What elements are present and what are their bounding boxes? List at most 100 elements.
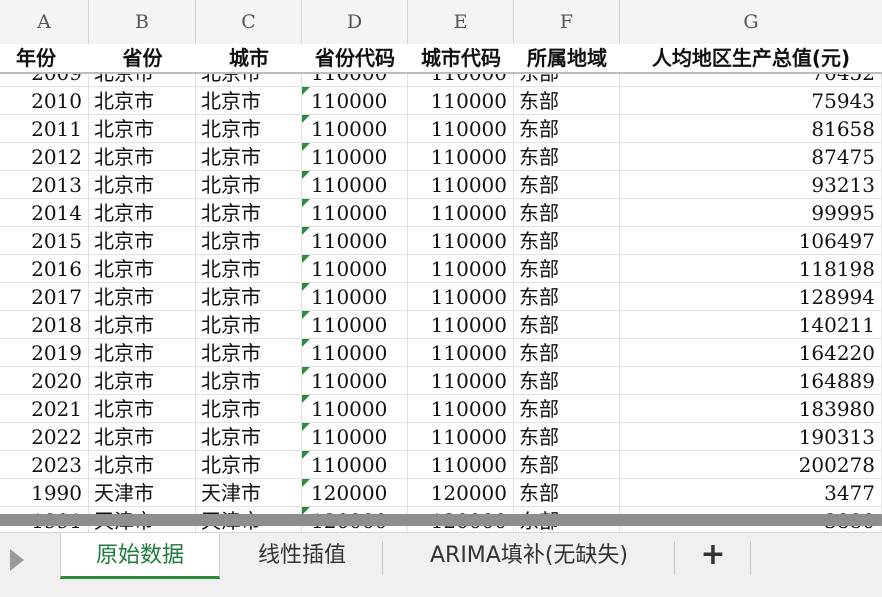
cell-province[interactable]: 北京市: [89, 283, 196, 310]
cell-gdp-per-capita[interactable]: 128994: [620, 283, 882, 310]
cell-province-code[interactable]: 110000: [302, 115, 408, 142]
cell-gdp-per-capita[interactable]: 99995: [620, 199, 882, 226]
cell-city[interactable]: 北京市: [196, 72, 302, 86]
cell-region[interactable]: 东部: [514, 227, 620, 254]
cell-city[interactable]: 北京市: [196, 283, 302, 310]
cell-city[interactable]: 北京市: [196, 367, 302, 394]
cell-province-code[interactable]: 110000: [302, 367, 408, 394]
cell-gdp-per-capita[interactable]: 87475: [620, 143, 882, 170]
cell-city-code[interactable]: 110000: [408, 423, 514, 450]
cell-gdp-per-capita[interactable]: 140211: [620, 311, 882, 338]
cell-city[interactable]: 北京市: [196, 423, 302, 450]
column-header-g[interactable]: G: [620, 0, 882, 44]
cell-region[interactable]: 东部: [514, 339, 620, 366]
cell-province-code[interactable]: 110000: [302, 451, 408, 478]
cell-province-code[interactable]: 110000: [302, 171, 408, 198]
cell-gdp-per-capita[interactable]: 81658: [620, 115, 882, 142]
column-header-d[interactable]: D: [302, 0, 408, 44]
cell-city-code[interactable]: 110000: [408, 283, 514, 310]
header-province-code[interactable]: 省份代码: [302, 44, 408, 72]
cell-year[interactable]: 2018: [0, 311, 89, 338]
cell-city[interactable]: 北京市: [196, 115, 302, 142]
cell-province[interactable]: 北京市: [89, 143, 196, 170]
sheet-tab-arima[interactable]: ARIMA填补(无缺失): [384, 533, 674, 579]
cell-province-code[interactable]: 110000: [302, 227, 408, 254]
cell-year[interactable]: 2012: [0, 143, 89, 170]
cell-city[interactable]: 北京市: [196, 199, 302, 226]
cell-year[interactable]: 2015: [0, 227, 89, 254]
header-year[interactable]: 年份: [0, 44, 72, 72]
cell-region[interactable]: 东部: [514, 115, 620, 142]
sheet-tab-linear-interp[interactable]: 线性插值: [222, 533, 382, 579]
cell-gdp-per-capita[interactable]: 190313: [620, 423, 882, 450]
cell-province-code[interactable]: 110000: [302, 72, 408, 86]
cell-year[interactable]: 2023: [0, 451, 89, 478]
cell-region[interactable]: 东部: [514, 283, 620, 310]
column-header-b[interactable]: B: [89, 0, 196, 44]
cell-province-code[interactable]: 110000: [302, 255, 408, 282]
cell-city-code[interactable]: 110000: [408, 451, 514, 478]
cell-province[interactable]: 北京市: [89, 423, 196, 450]
cell-gdp-per-capita[interactable]: 106497: [620, 227, 882, 254]
cell-year[interactable]: 2022: [0, 423, 89, 450]
cell-province[interactable]: 北京市: [89, 339, 196, 366]
cell-province-code[interactable]: 110000: [302, 395, 408, 422]
cell-region[interactable]: 东部: [514, 143, 620, 170]
cell-province-code[interactable]: 120000: [302, 479, 408, 506]
cell-city[interactable]: 北京市: [196, 227, 302, 254]
header-city[interactable]: 城市: [196, 44, 302, 72]
sheet-tab-raw-data[interactable]: 原始数据: [60, 533, 220, 579]
cell-year[interactable]: 2013: [0, 171, 89, 198]
cell-province[interactable]: 北京市: [89, 115, 196, 142]
cell-year[interactable]: 2011: [0, 115, 89, 142]
cell-city-code[interactable]: 110000: [408, 115, 514, 142]
add-sheet-button[interactable]: +: [676, 533, 750, 579]
cell-province[interactable]: 北京市: [89, 72, 196, 86]
cell-region[interactable]: 东部: [514, 423, 620, 450]
cell-city[interactable]: 北京市: [196, 395, 302, 422]
cell-province[interactable]: 天津市: [89, 479, 196, 506]
sheet-nav-arrow-icon[interactable]: [10, 549, 24, 571]
cell-region[interactable]: 东部: [514, 255, 620, 282]
cell-city-code[interactable]: 110000: [408, 227, 514, 254]
cell-province-code[interactable]: 110000: [302, 339, 408, 366]
cell-city[interactable]: 北京市: [196, 451, 302, 478]
cell-province-code[interactable]: 110000: [302, 143, 408, 170]
cell-region[interactable]: 东部: [514, 72, 620, 86]
cell-province[interactable]: 北京市: [89, 199, 196, 226]
cell-province-code[interactable]: 110000: [302, 283, 408, 310]
cell-province[interactable]: 北京市: [89, 451, 196, 478]
cell-city-code[interactable]: 110000: [408, 255, 514, 282]
cell-province-code[interactable]: 110000: [302, 311, 408, 338]
cell-city-code[interactable]: 110000: [408, 395, 514, 422]
cell-gdp-per-capita[interactable]: 164220: [620, 339, 882, 366]
cell-year[interactable]: 2016: [0, 255, 89, 282]
cell-year[interactable]: 2010: [0, 87, 89, 114]
cell-province[interactable]: 北京市: [89, 395, 196, 422]
header-region[interactable]: 所属地域: [514, 44, 620, 72]
cell-city[interactable]: 北京市: [196, 311, 302, 338]
cell-region[interactable]: 东部: [514, 311, 620, 338]
cell-gdp-per-capita[interactable]: 200278: [620, 451, 882, 478]
column-header-c[interactable]: C: [196, 0, 302, 44]
cell-year[interactable]: 2014: [0, 199, 89, 226]
cell-city-code[interactable]: 110000: [408, 367, 514, 394]
cell-province[interactable]: 北京市: [89, 311, 196, 338]
header-gdp-per-capita[interactable]: 人均地区生产总值(元): [620, 44, 882, 72]
cell-gdp-per-capita[interactable]: 164889: [620, 367, 882, 394]
cell-region[interactable]: 东部: [514, 171, 620, 198]
cell-province[interactable]: 北京市: [89, 227, 196, 254]
cell-gdp-per-capita[interactable]: 75943: [620, 87, 882, 114]
cell-city-code[interactable]: 110000: [408, 72, 514, 86]
data-grid[interactable]: 2009 北京市 北京市 110000 110000 东部 70452 2010 北京市 北京市 1…: [0, 72, 882, 532]
cell-province[interactable]: 北京市: [89, 255, 196, 282]
header-province[interactable]: 省份: [89, 44, 196, 72]
cell-region[interactable]: 东部: [514, 87, 620, 114]
cell-city-code[interactable]: 110000: [408, 339, 514, 366]
cell-city-code[interactable]: 110000: [408, 311, 514, 338]
header-city-code[interactable]: 城市代码: [408, 44, 514, 72]
cell-city-code[interactable]: 110000: [408, 171, 514, 198]
cell-year[interactable]: 2009: [0, 72, 89, 86]
cell-province-code[interactable]: 110000: [302, 423, 408, 450]
cell-city[interactable]: 北京市: [196, 339, 302, 366]
